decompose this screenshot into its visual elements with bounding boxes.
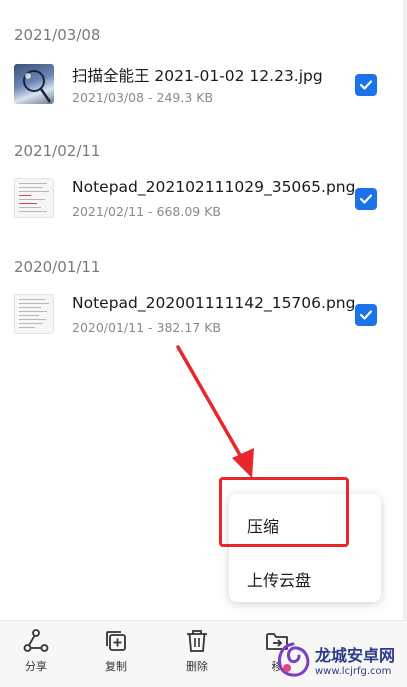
file-checkbox[interactable] <box>355 304 377 326</box>
file-thumbnail <box>14 178 54 218</box>
group-date: 2021/03/08 <box>14 26 101 44</box>
file-meta: 2021/03/08 - 249.3 KB <box>72 90 214 105</box>
file-meta: 2021/02/11 - 668.09 KB <box>72 204 221 219</box>
delete-icon <box>187 630 207 652</box>
file-thumbnail <box>14 294 54 334</box>
share-label: 分享 <box>25 660 47 673</box>
file-name: 扫描全能王 2021-01-02 12.23.jpg <box>72 67 323 85</box>
file-checkbox[interactable] <box>355 188 377 210</box>
file-thumbnail <box>14 64 54 104</box>
file-checkbox[interactable] <box>355 74 377 96</box>
watermark-text: 龙城安卓网 <box>315 646 396 665</box>
watermark: 龙城安卓网 www.lcjrfg.com <box>275 636 407 686</box>
check-icon <box>359 194 373 204</box>
group-date: 2021/02/11 <box>14 142 101 160</box>
check-icon <box>359 310 373 320</box>
annotation-highlight-box <box>219 477 349 547</box>
delete-label: 删除 <box>186 660 208 673</box>
group-date: 2020/01/11 <box>14 258 101 276</box>
watermark-url: www.lcjrfg.com <box>315 666 392 677</box>
file-row[interactable]: 扫描全能王 2021-01-02 12.23.jpg 2021/03/08 - … <box>0 64 400 128</box>
check-icon <box>359 80 373 90</box>
file-row[interactable]: Notepad_202001111142_15706.png 2020/01/1… <box>0 294 400 358</box>
share-button[interactable]: 分享 <box>8 627 64 674</box>
file-meta: 2020/01/11 - 382.17 KB <box>72 320 221 335</box>
file-name: Notepad_202102111029_35065.png <box>72 178 356 196</box>
menu-item-upload-cloud[interactable]: 上传云盘 <box>247 567 311 591</box>
share-icon <box>23 629 49 652</box>
delete-button[interactable]: 删除 <box>169 627 225 674</box>
file-name: Notepad_202001111142_15706.png <box>72 294 356 312</box>
file-row[interactable]: Notepad_202102111029_35065.png 2021/02/1… <box>0 178 400 242</box>
right-edge-divider <box>403 0 407 620</box>
dragon-logo-icon <box>278 642 310 677</box>
copy-label: 复制 <box>105 660 127 673</box>
copy-button[interactable]: 复制 <box>88 627 144 674</box>
copy-icon <box>106 631 126 651</box>
